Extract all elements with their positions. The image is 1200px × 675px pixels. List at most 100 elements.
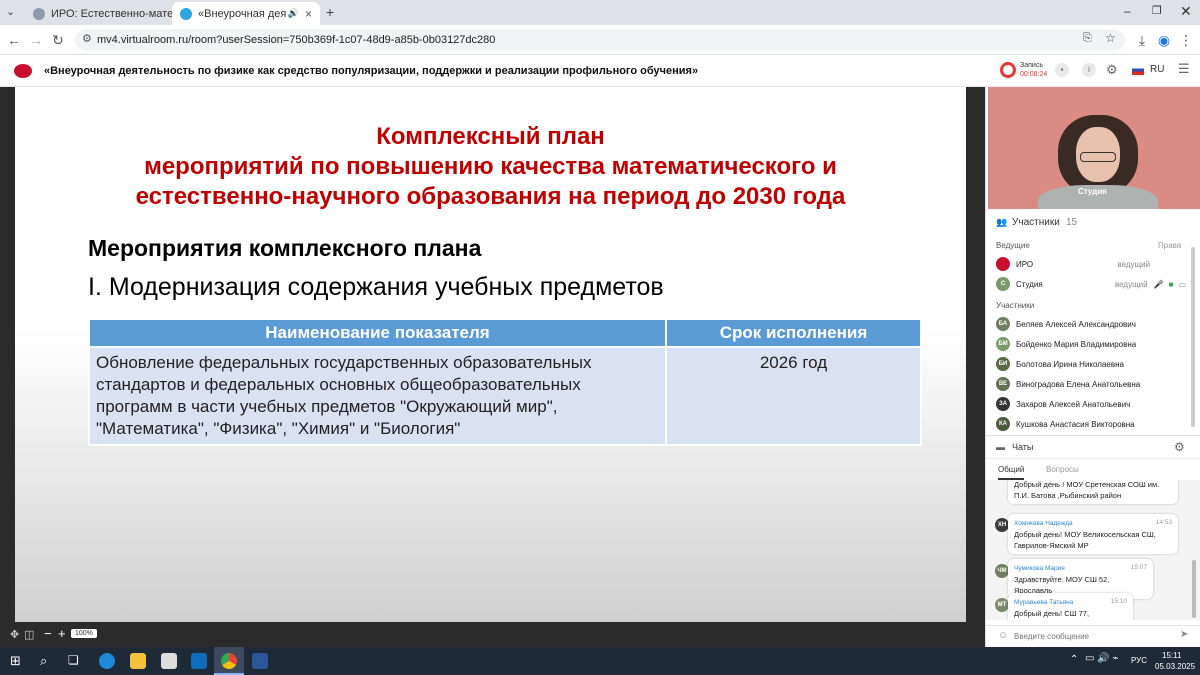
host-name: Студия bbox=[1016, 279, 1043, 289]
slide-toolbar: ✥ ◫ − + 100% bbox=[0, 624, 985, 647]
folder-icon[interactable]: ▪ bbox=[1055, 63, 1069, 77]
participant-name: Виноградова Елена Анатольевна bbox=[1016, 379, 1141, 389]
task-view-icon[interactable]: ❏ bbox=[68, 653, 79, 667]
message-author: Хомякова Надежда bbox=[1014, 520, 1073, 527]
avatar: С bbox=[996, 277, 1010, 291]
table-row: Обновление федеральных государственных о… bbox=[88, 346, 922, 446]
participant-name: Болотова Ирина Николаевна bbox=[1016, 359, 1124, 369]
search-icon[interactable]: ⌕ bbox=[40, 653, 47, 669]
hosts-label: Ведущие bbox=[996, 241, 1030, 250]
input-language[interactable]: РУС bbox=[1131, 656, 1147, 665]
avatar: МТ bbox=[995, 598, 1009, 612]
chrome-icon[interactable] bbox=[221, 653, 237, 669]
chat-messages: Добрый день ! МОУ Сретенская СОШ им. П.И… bbox=[986, 480, 1200, 620]
avatar: БА bbox=[996, 317, 1010, 331]
record-button[interactable] bbox=[1000, 62, 1016, 78]
rights-label: Права bbox=[1158, 241, 1182, 250]
word-icon[interactable] bbox=[252, 653, 268, 669]
table-header: Срок исполнения bbox=[665, 318, 922, 348]
participant-row[interactable]: КА Кушкова Анастасия Викторовна bbox=[996, 415, 1186, 433]
fit-icon[interactable]: ◫ bbox=[24, 628, 34, 641]
host-row[interactable]: ИРО ведущий bbox=[996, 255, 1186, 273]
tab-label: ИРО: Естественно-математиче bbox=[51, 7, 173, 20]
info-icon[interactable]: i bbox=[1082, 63, 1096, 77]
forward-icon[interactable]: → bbox=[28, 32, 44, 48]
record-timer: 00:08:24 bbox=[1020, 71, 1048, 78]
maximize-icon[interactable]: ❐ bbox=[1152, 4, 1162, 17]
download-icon[interactable]: ⤓ bbox=[1134, 32, 1150, 49]
install-icon[interactable]: ⎘ bbox=[1083, 32, 1092, 45]
tab-iro[interactable]: ИРО: Естественно-математиче bbox=[25, 2, 173, 25]
video-feed[interactable]: Студия bbox=[988, 87, 1200, 209]
windows-taskbar: ⊞ ⌕ ❏ ⌃ ▭ 🔊 ⌁ РУС 15:11 05.03.2025 bbox=[0, 647, 1200, 675]
file-explorer-icon[interactable] bbox=[130, 653, 146, 669]
avatar: ЧМ bbox=[995, 564, 1009, 578]
message-time: 14:53 bbox=[1155, 519, 1172, 526]
language-selector[interactable]: RU bbox=[1150, 64, 1164, 75]
clock-time[interactable]: 15:11 bbox=[1162, 651, 1181, 660]
site-info-icon[interactable]: ⚙ bbox=[82, 32, 92, 45]
microphone-icon[interactable]: 🎤 bbox=[1154, 280, 1164, 289]
tray-icons[interactable]: ▭ 🔊 ⌁ bbox=[1085, 653, 1118, 664]
screen-share-icon[interactable]: ▭ bbox=[1178, 280, 1186, 289]
slide-subheading: I. Модернизация содержания учебных предм… bbox=[88, 273, 664, 301]
tray-chevron-icon[interactable]: ⌃ bbox=[1070, 654, 1078, 665]
outlook-icon[interactable] bbox=[191, 653, 207, 669]
message-text: Добрый день! СШ 77, Ярославль bbox=[1014, 609, 1090, 618]
chat-scrollbar[interactable] bbox=[1192, 560, 1196, 618]
url-bar[interactable]: ⚙ mv4.virtualroom.ru/room?userSession=75… bbox=[75, 29, 1125, 51]
host-role: ведущий bbox=[1115, 279, 1148, 289]
slide: Комплексный план мероприятий по повышени… bbox=[15, 87, 966, 622]
zoom-out-button[interactable]: − bbox=[44, 626, 52, 641]
tab-general[interactable]: Общий bbox=[998, 465, 1025, 480]
minimize-icon[interactable]: – bbox=[1124, 4, 1131, 18]
reload-icon[interactable]: ↻ bbox=[50, 32, 66, 49]
tab-webinar[interactable]: «Внеурочная деятельность 🔊 × bbox=[172, 2, 320, 25]
back-icon[interactable]: ← bbox=[6, 32, 22, 48]
edge-icon[interactable] bbox=[99, 653, 115, 669]
send-icon[interactable]: ➤ bbox=[1180, 629, 1188, 640]
host-row[interactable]: С Студия ведущий 🎤 ■ ▭ bbox=[996, 275, 1186, 293]
chat-message: Хомякова Надежда 14:53 Добрый день! МОУ … bbox=[1008, 514, 1178, 554]
emoji-icon[interactable]: ☺ bbox=[998, 630, 1008, 641]
chat-header: ▬ Чаты ⚙ bbox=[986, 435, 1200, 459]
participant-row[interactable]: БМ Бойденко Мария Владимировна bbox=[996, 335, 1186, 353]
table-header: Наименование показателя bbox=[88, 318, 667, 348]
camera-icon[interactable]: ■ bbox=[1169, 280, 1174, 289]
avatar bbox=[996, 257, 1010, 271]
tab-questions[interactable]: Вопросы bbox=[1046, 465, 1079, 474]
participant-row[interactable]: ЗА Захаров Алексей Анатольевич bbox=[996, 395, 1186, 413]
menu-icon[interactable]: ☰ bbox=[1178, 61, 1190, 77]
store-icon[interactable] bbox=[161, 653, 177, 669]
video-label: Студия bbox=[1078, 187, 1107, 196]
menu-dots-icon[interactable]: ⋮ bbox=[1178, 32, 1194, 49]
avatar: ВЕ bbox=[996, 377, 1010, 391]
bookmark-star-icon[interactable]: ☆ bbox=[1105, 31, 1116, 45]
host-name: ИРО bbox=[1016, 259, 1034, 269]
logo-icon bbox=[14, 64, 32, 78]
clock-date[interactable]: 05.03.2025 bbox=[1155, 662, 1195, 671]
participant-name: Кушкова Анастасия Викторовна bbox=[1016, 419, 1135, 429]
window-close-icon[interactable]: ✕ bbox=[1180, 3, 1192, 20]
chat-input[interactable] bbox=[1014, 629, 1174, 644]
tab-list-icon[interactable]: ⌄ bbox=[6, 5, 15, 18]
app-header: «Внеурочная деятельность по физике как с… bbox=[0, 55, 1200, 87]
slide-title-line: мероприятий по повышению качества матема… bbox=[144, 153, 837, 180]
move-icon[interactable]: ✥ bbox=[10, 628, 19, 641]
close-icon[interactable]: × bbox=[299, 7, 312, 21]
participants-count: 15 bbox=[1066, 217, 1078, 228]
new-tab-icon[interactable]: + bbox=[326, 4, 334, 20]
participant-row[interactable]: ВЕ Виноградова Елена Анатольевна bbox=[996, 375, 1186, 393]
participant-row[interactable]: БИ Болотова Ирина Николаевна bbox=[996, 355, 1186, 373]
chat-message: Муравьева Татьяна 15:10 Добрый день! СШ … bbox=[1008, 593, 1133, 620]
slide-title: Комплексный план мероприятий по повышени… bbox=[15, 122, 966, 212]
settings-gear-icon[interactable]: ⚙ bbox=[1106, 62, 1118, 78]
chat-icon: ▬ bbox=[996, 442, 1005, 452]
start-icon[interactable]: ⊞ bbox=[10, 653, 21, 669]
participant-row[interactable]: БА Беляев Алексей Александрович bbox=[996, 315, 1186, 333]
zoom-in-button[interactable]: + bbox=[58, 626, 66, 641]
chat-settings-icon[interactable]: ⚙ bbox=[1174, 440, 1185, 454]
speaker-icon: 🔊 bbox=[287, 8, 299, 18]
participants-scrollbar[interactable] bbox=[1191, 247, 1195, 427]
profile-icon[interactable]: ◉ bbox=[1156, 32, 1172, 49]
